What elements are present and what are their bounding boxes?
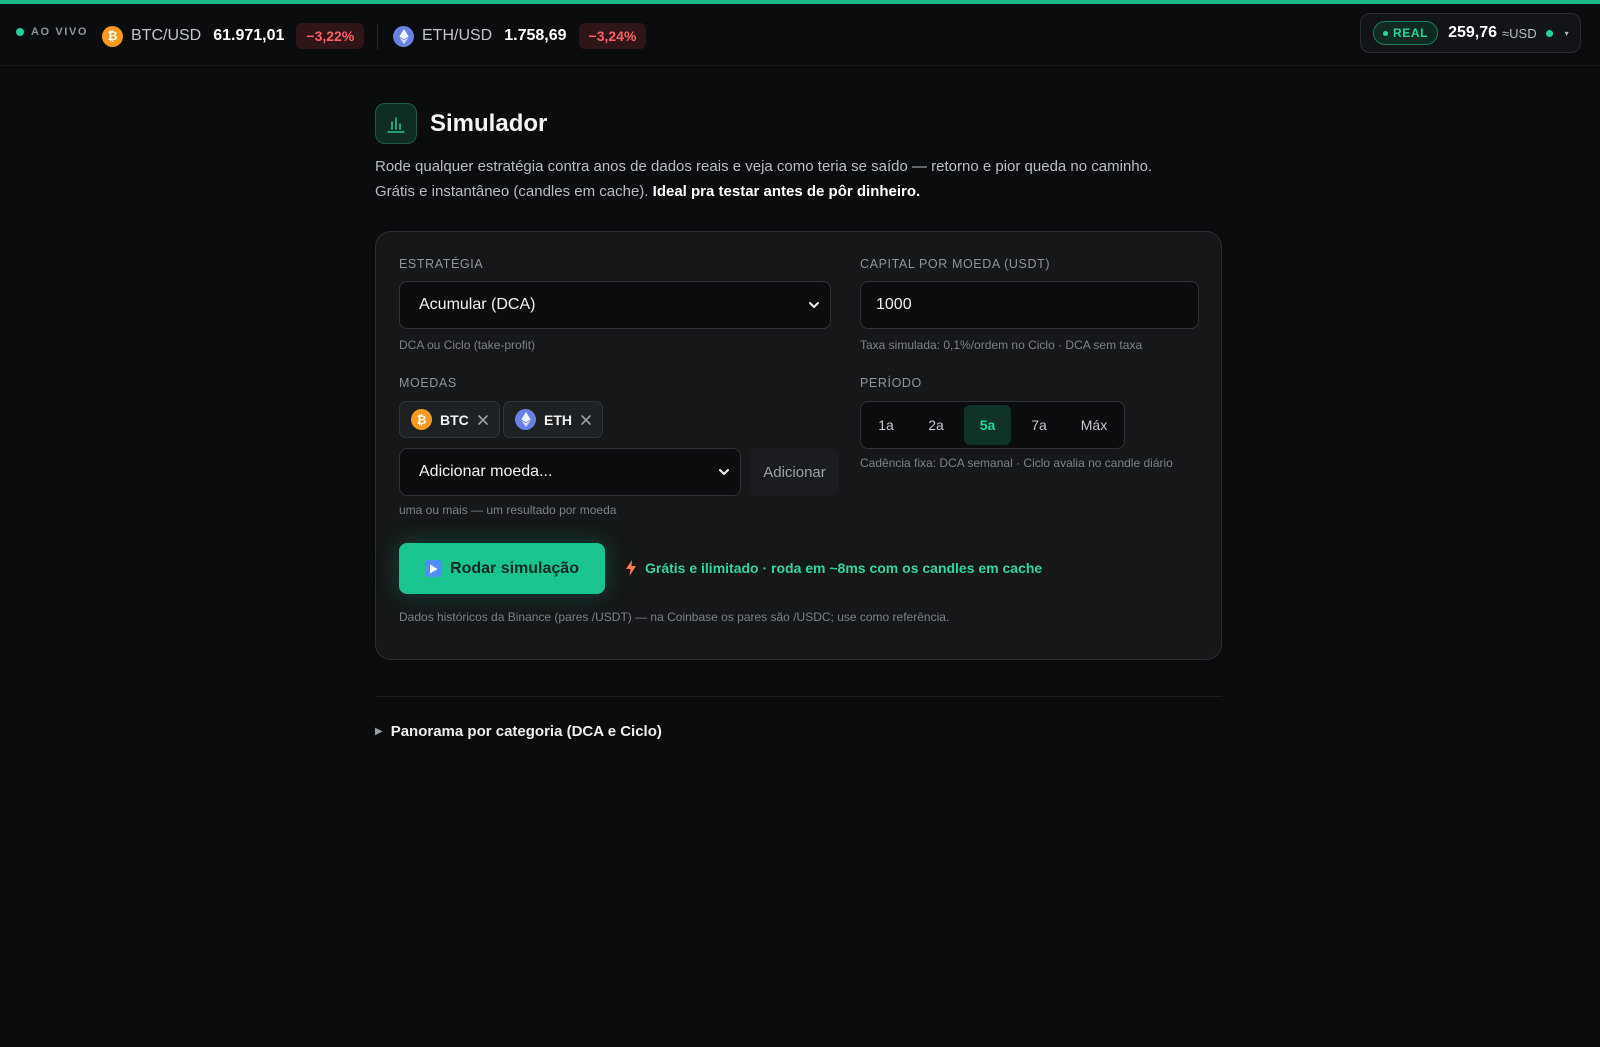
coin-chip-btc: ₿ BTC (399, 401, 500, 438)
ethereum-icon (393, 25, 414, 47)
ticker-eth[interactable]: ETH/USD 1.758,69 −3,24% (393, 20, 647, 52)
period-option-5a[interactable]: 5a (964, 405, 1011, 445)
coins-help: uma ou mais — um resultado por moeda (399, 503, 617, 517)
period-option-1a[interactable]: 1a (864, 405, 908, 445)
coin-chip-label: BTC (440, 411, 469, 428)
close-icon[interactable] (580, 414, 592, 426)
ethereum-icon (515, 409, 536, 430)
period-help: Cadência fixa: DCA semanal · Ciclo avali… (860, 456, 1173, 470)
ticker-divider (377, 24, 378, 50)
simulation-form-card: ESTRATÉGIA Acumular (DCA) DCA ou Ciclo (… (375, 231, 1222, 660)
ticker-pair: ETH/USD (422, 27, 493, 44)
page-header: Simulador (375, 103, 547, 144)
strategy-label: ESTRATÉGIA (399, 257, 484, 271)
speed-promo-text: Grátis e ilimitado · roda em ~8ms com os… (645, 560, 1043, 576)
live-label: AO VIVO (31, 26, 89, 38)
run-simulation-button[interactable]: Rodar simulação (399, 543, 605, 594)
page-intro: Rode qualquer estratégia contra anos de … (375, 154, 1222, 204)
section-divider (375, 696, 1222, 697)
run-simulation-label: Rodar simulação (450, 559, 579, 577)
capital-label: CAPITAL POR MOEDA (USDT) (860, 257, 1051, 271)
chevron-down-icon: ▾ (1564, 28, 1569, 38)
period-label: PERÍODO (860, 376, 922, 390)
bitcoin-icon: ₿ (102, 25, 123, 47)
strategy-select[interactable]: Acumular (DCA) (399, 281, 831, 329)
page-title: Simulador (430, 109, 548, 137)
ticker-price: 1.758,69 (504, 27, 567, 44)
ticker-price: 61.971,01 (213, 27, 285, 44)
close-icon[interactable] (477, 414, 489, 426)
category-overview-toggle[interactable]: ▶ Panorama por categoria (DCA e Ciclo) (375, 723, 662, 740)
ticker-bar: AO VIVO ₿ BTC/USD 61.971,01 −3,22% ETH/U… (0, 4, 1600, 66)
ticker-change-badge: −3,24% (578, 23, 647, 49)
ticker-btc[interactable]: ₿ BTC/USD 61.971,01 −3,22% (102, 20, 365, 52)
capital-value: 1000 (876, 296, 912, 313)
strategy-value: Acumular (DCA) (419, 296, 536, 313)
account-switcher[interactable]: REAL 259,76 ≈USD ▾ (1360, 13, 1581, 53)
mode-dot-icon (1383, 30, 1388, 36)
chevron-down-icon (719, 469, 729, 475)
data-source-note: Dados históricos da Binance (pares /USDT… (399, 610, 950, 624)
add-coin-button[interactable]: Adicionar (750, 448, 839, 496)
intro-text: Grátis e instantâneo (candles em cache). (375, 183, 649, 200)
ticker-pair: BTC/USD (131, 27, 202, 44)
period-option-2a[interactable]: 2a (913, 405, 959, 445)
account-mode-badge: REAL (1373, 21, 1439, 45)
period-option-7a[interactable]: 7a (1016, 405, 1062, 445)
category-overview-label: Panorama por categoria (DCA e Ciclo) (390, 723, 662, 740)
chevron-down-icon (809, 302, 819, 308)
strategy-help: DCA ou Ciclo (take-profit) (399, 338, 536, 352)
bar-chart-icon (375, 103, 417, 144)
coins-label: MOEDAS (399, 376, 457, 390)
capital-help: Taxa simulada: 0,1%/ordem no Ciclo · DCA… (860, 338, 1143, 352)
bitcoin-icon: ₿ (411, 409, 432, 430)
status-dot-icon (1545, 29, 1553, 37)
account-balance: 259,76 (1448, 24, 1498, 41)
caret-right-icon: ▶ (375, 726, 383, 737)
play-icon (425, 560, 443, 577)
live-indicator: AO VIVO (16, 26, 88, 38)
intro-highlight: Ideal pra testar antes de pôr dinheiro. (652, 183, 921, 200)
account-mode-label: REAL (1393, 26, 1429, 40)
intro-line-1: Rode qualquer estratégia contra anos de … (375, 158, 1153, 175)
period-selector: 1a 2a 5a 7a Máx (860, 401, 1125, 449)
intro-line-2: Grátis e instantâneo (candles em cache).… (375, 179, 1222, 204)
live-dot-icon (16, 28, 24, 36)
capital-input[interactable]: 1000 (860, 281, 1199, 329)
period-option-max[interactable]: Máx (1067, 405, 1121, 445)
coin-chip-eth: ETH (503, 401, 603, 438)
lightning-icon (626, 560, 636, 576)
add-coin-select[interactable]: Adicionar moeda... (399, 448, 741, 496)
ticker-change-badge: −3,22% (296, 23, 365, 49)
coin-chip-label: ETH (544, 411, 572, 428)
add-coin-placeholder: Adicionar moeda... (419, 463, 553, 480)
speed-promo: Grátis e ilimitado · roda em ~8ms com os… (626, 560, 1042, 576)
balance-unit: ≈USD (1502, 25, 1537, 41)
